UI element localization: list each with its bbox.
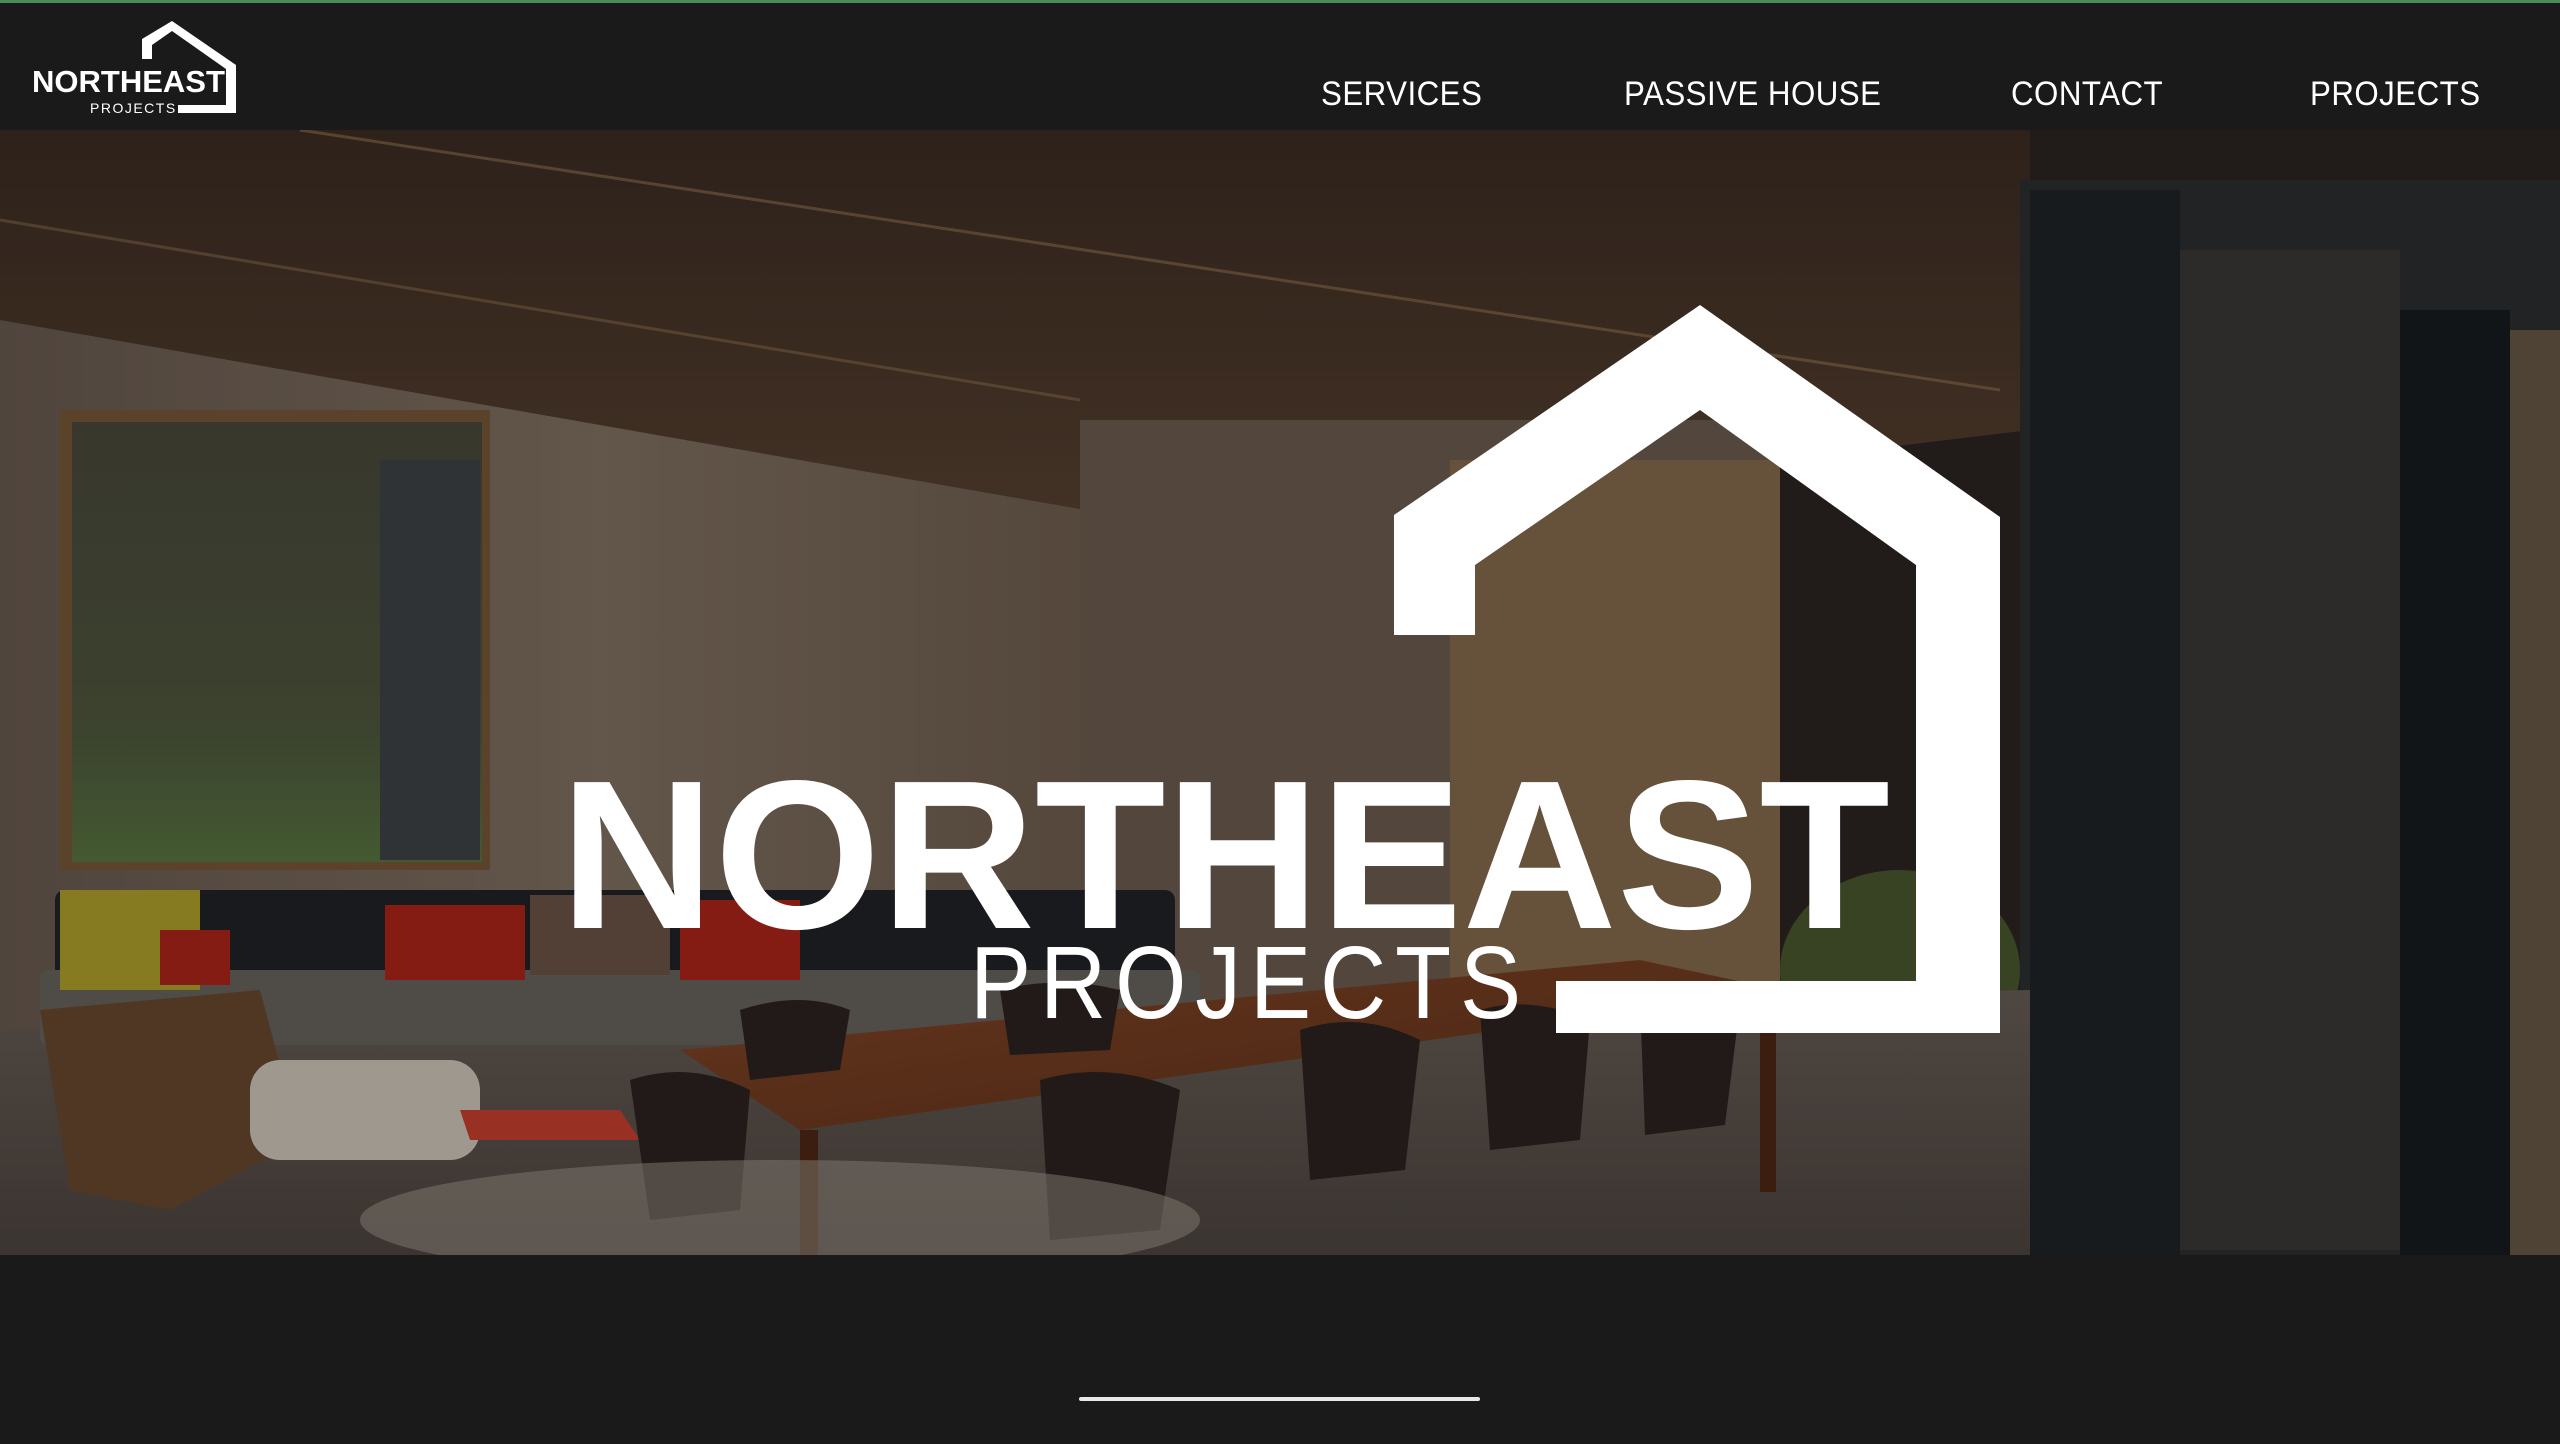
header-logo-name: NORTHEAST: [32, 64, 225, 99]
house-logo-icon: NORTHEAST PROJECTS: [32, 21, 236, 116]
site-header: NORTHEAST PROJECTS SERVICES PASSIVE HOUS…: [0, 3, 2560, 130]
header-logo-subtitle: PROJECTS: [90, 100, 177, 116]
hero-banner: NORTHEAST PROJECTS: [0, 130, 2560, 1255]
hero-house-logo-icon: NORTHEAST PROJECTS: [560, 305, 2000, 1035]
header-logo[interactable]: NORTHEAST PROJECTS: [30, 17, 246, 117]
nav-passive-house[interactable]: PASSIVE HOUSE: [1624, 75, 1881, 114]
hero-logo: NORTHEAST PROJECTS: [560, 285, 2010, 1035]
nav-contact[interactable]: CONTACT: [2011, 75, 2163, 114]
hero-subtitle: PROJECTS: [970, 925, 1530, 1035]
lower-section: [0, 1255, 2560, 1444]
nav-projects[interactable]: PROJECTS: [2310, 75, 2481, 114]
section-divider-bar: [1079, 1397, 1480, 1401]
nav-services[interactable]: SERVICES: [1321, 75, 1482, 114]
